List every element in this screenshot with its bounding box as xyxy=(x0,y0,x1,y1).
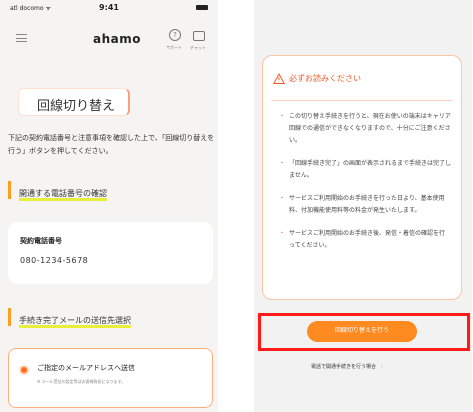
contract-number-value: 080-1234-5678 xyxy=(20,256,89,265)
phone-procedure-label[interactable]: 電話で開通手続きを行う場合 xyxy=(311,364,376,370)
contract-number-card: 契約電話番号 080-1234-5678 xyxy=(8,222,213,284)
menu-icon[interactable] xyxy=(16,34,27,42)
section-number-confirmation: 開通する電話番号の確認 xyxy=(8,181,107,201)
question-icon[interactable]: ? xyxy=(169,29,181,41)
battery-icon xyxy=(196,5,208,10)
switch-line-button[interactable]: 回線切り替えを行う xyxy=(307,321,417,342)
instruction-text: 下記の契約電話番号と注意事項を確認した上で、「回線切り替えを行う」ボタンを押して… xyxy=(8,134,215,155)
section-mail-destination: 手続き完了メールの送信先選択 xyxy=(8,308,131,328)
notice-card: 必ずお読みください この切り替え手続きを行うと、現在お使いの端末はキャリア回線で… xyxy=(262,55,462,300)
chat-label[interactable]: チャット xyxy=(190,45,206,51)
left-phone-screen: atl docomo ᯤ 9:41 ahamo ? サポート チャット 回線切り… xyxy=(0,0,218,412)
clock: 9:41 xyxy=(99,3,119,12)
notice-item: 「回線手続き完了」の画面が表示されるまで手続きは完了しません。 xyxy=(279,158,451,182)
contract-number-label: 契約電話番号 xyxy=(20,237,62,245)
chevron-right-icon: › xyxy=(381,364,384,370)
notice-item: サービスご利用開始のお手続き後、発信・着信の確認を行ってください。 xyxy=(279,228,451,252)
ahamo-logo[interactable]: ahamo xyxy=(93,32,141,46)
section-title: 手続き完了メールの送信先選択 xyxy=(19,316,131,328)
phone-procedure-link[interactable]: 電話で開通手続きを行う場合 › xyxy=(311,363,383,370)
notice-item: この切り替え手続きを行うと、現在お使いの端末はキャリア回線での通信ができなくなり… xyxy=(279,111,451,147)
notice-list: この切り替え手続きを行うと、現在お使いの端末はキャリア回線での通信ができなくなり… xyxy=(279,111,451,263)
page-title: 回線切り替え xyxy=(37,99,116,114)
option-title: ご指定のメールアドレスへ送信 xyxy=(37,364,135,372)
right-phone-screen: 必ずお読みください この切り替え手続きを行うと、現在お使いの端末はキャリア回線で… xyxy=(254,0,472,412)
page-title-box: 回線切り替え xyxy=(18,88,130,116)
notice-title: 必ずお読みください xyxy=(289,74,361,83)
support-label[interactable]: サポート xyxy=(166,45,182,51)
notice-divider xyxy=(271,100,453,101)
section-title: 開通する電話番号の確認 xyxy=(19,189,107,201)
warning-icon xyxy=(273,73,285,84)
chat-icon[interactable] xyxy=(193,31,205,41)
status-bar: atl docomo ᯤ 9:41 xyxy=(0,0,218,18)
option-note: ※ メール受信の設定等はお客様負担になります。 xyxy=(37,379,126,384)
app-header: ahamo ? サポート チャット xyxy=(0,22,218,58)
email-destination-option[interactable]: ご指定のメールアドレスへ送信 ※ メール受信の設定等はお客様負担になります。 xyxy=(8,348,213,408)
radio-selected-icon[interactable] xyxy=(19,365,29,375)
notice-item: サービスご利用開始のお手続きを行った日より、基本使用料、付加機能使用料等の料金が… xyxy=(279,193,451,217)
